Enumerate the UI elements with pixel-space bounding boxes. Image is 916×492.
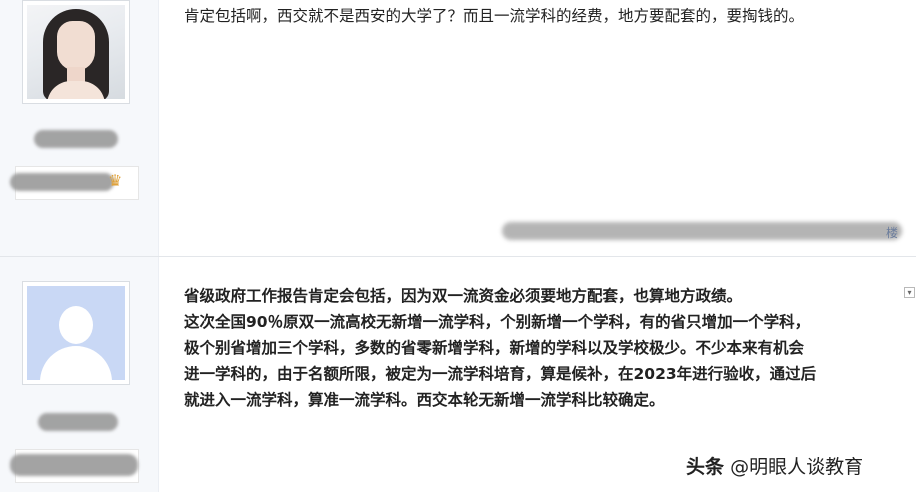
- username-redacted[interactable]: [34, 130, 118, 148]
- author-sidebar: ♛: [0, 0, 159, 256]
- author-avatar[interactable]: [22, 0, 130, 104]
- default-avatar-icon: [27, 286, 125, 380]
- user-badge: [10, 449, 139, 483]
- author-avatar[interactable]: [22, 281, 130, 385]
- post-line: 省级政府工作报告肯定会包括，因为双一流资金必须要地方配套，也算地方政绩。: [184, 287, 743, 305]
- post-body: 省级政府工作报告肯定会包括，因为双一流资金必须要地方配套，也算地方政绩。 这次全…: [184, 283, 894, 413]
- post-1: ♛ 肯定包括啊，西交就不是西安的大学了？而且一流学科的经费，地方要配套的，要掏钱…: [0, 0, 916, 256]
- badge-redacted: [10, 173, 114, 191]
- watermark: 头条 @明眼人谈教育: [686, 452, 863, 479]
- post-line: 这次全国90％原双一流高校无新增一流学科，个别新增一个学科，有的省只增加一个学科…: [184, 313, 811, 331]
- post-line: 就进入一流学科，算准一流学科。西交本轮无新增一流学科比较确定。: [184, 391, 665, 409]
- level-crown-icon: ♛: [108, 171, 123, 190]
- collapse-icon[interactable]: ▾: [904, 287, 915, 298]
- post-text: 肯定包括啊，西交就不是西安的大学了？而且一流学科的经费，地方要配套的，要掏钱的。: [184, 7, 805, 25]
- username-redacted[interactable]: [38, 413, 118, 431]
- watermark-account: @明眼人谈教育: [730, 456, 864, 478]
- floor-label: 楼: [886, 226, 899, 240]
- user-badge: ♛: [10, 166, 139, 200]
- watermark-platform: 头条: [686, 456, 725, 478]
- post-line: 进一学科的，由于名额所限，被定为一流学科培育，算是候补，在2023年进行验收，通…: [184, 365, 817, 383]
- author-sidebar: [0, 257, 159, 492]
- post-meta-redacted: [502, 222, 902, 240]
- post-body: 肯定包括啊，西交就不是西安的大学了？而且一流学科的经费，地方要配套的，要掏钱的。: [184, 3, 894, 29]
- user-photo-avatar: [27, 5, 125, 99]
- post-line: 极个别省增加三个学科，多数的省零新增学科，新增的学科以及学校极少。不少本来有机会: [184, 339, 805, 357]
- badge-redacted: [10, 454, 138, 476]
